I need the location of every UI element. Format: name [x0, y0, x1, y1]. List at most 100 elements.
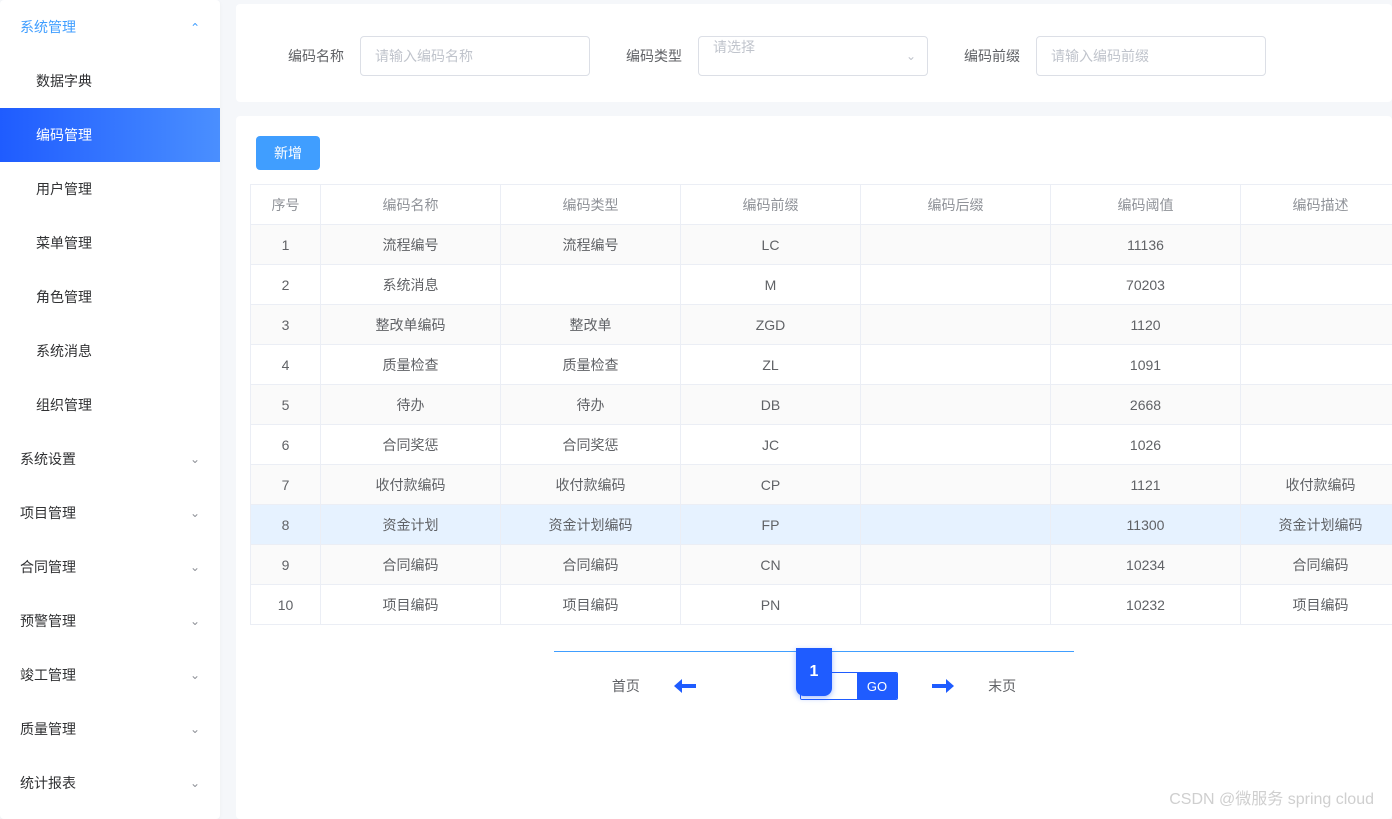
table-row[interactable]: 2系统消息M70203 [251, 265, 1392, 305]
sidebar-item[interactable]: 菜单管理 [0, 216, 220, 270]
cell-type: 合同奖惩 [501, 425, 681, 465]
label-code-name: 编码名称 [280, 46, 344, 66]
th-threshold: 编码阈值 [1051, 185, 1241, 225]
th-type: 编码类型 [501, 185, 681, 225]
cell-threshold: 1121 [1051, 465, 1241, 505]
cell-prefix: DB [681, 385, 861, 425]
cell-seq: 4 [251, 345, 321, 385]
add-button[interactable]: 新增 [256, 136, 320, 170]
cell-prefix: CP [681, 465, 861, 505]
pagination: 1 首页 GO 末页 [554, 651, 1074, 700]
sidebar-item[interactable]: 编码管理 [0, 108, 220, 162]
menu-group-header[interactable]: 质量管理⌄ [0, 702, 220, 756]
cell-name: 整改单编码 [321, 305, 501, 345]
sidebar: 系统管理⌄数据字典编码管理用户管理菜单管理角色管理系统消息组织管理系统设置⌄项目… [0, 0, 220, 819]
chevron-down-icon: ⌄ [190, 506, 200, 520]
cell-type: 资金计划编码 [501, 505, 681, 545]
code-table: 序号 编码名称 编码类型 编码前缀 编码后缀 编码阈值 编码描述 1流程编号流程… [250, 184, 1392, 625]
cell-desc: 合同编码 [1241, 545, 1392, 585]
menu-group-header[interactable]: 项目管理⌄ [0, 486, 220, 540]
code-type-select[interactable]: 请选择 [698, 36, 928, 76]
cell-prefix: FP [681, 505, 861, 545]
menu-group-header[interactable]: 预警管理⌄ [0, 594, 220, 648]
menu-group-header[interactable]: 合同管理⌄ [0, 540, 220, 594]
go-button[interactable]: GO [857, 673, 897, 699]
th-suffix: 编码后缀 [861, 185, 1051, 225]
cell-desc [1241, 225, 1392, 265]
cell-seq: 6 [251, 425, 321, 465]
menu-group-label: 系统设置 [20, 449, 76, 469]
menu-group-header[interactable]: 系统设置⌄ [0, 432, 220, 486]
current-page-badge: 1 [796, 648, 832, 696]
arrow-left-icon [674, 678, 696, 694]
table-row[interactable]: 7收付款编码收付款编码CP1121收付款编码 [251, 465, 1392, 505]
field-code-name: 编码名称 [280, 36, 590, 76]
cell-seq: 1 [251, 225, 321, 265]
cell-suffix [861, 225, 1051, 265]
prev-page-button[interactable] [674, 678, 696, 694]
cell-type: 项目编码 [501, 585, 681, 625]
cell-prefix: JC [681, 425, 861, 465]
content-panel: 新增 序号 编码名称 编码类型 编码前缀 编码后缀 编码阈值 编码描述 1流程编… [236, 116, 1392, 819]
table-row[interactable]: 4质量检查质量检查ZL1091 [251, 345, 1392, 385]
cell-name: 收付款编码 [321, 465, 501, 505]
sidebar-item[interactable]: 角色管理 [0, 270, 220, 324]
first-page-button[interactable]: 首页 [612, 676, 640, 696]
cell-type [501, 265, 681, 305]
cell-seq: 5 [251, 385, 321, 425]
table-row[interactable]: 1流程编号流程编号LC11136 [251, 225, 1392, 265]
cell-prefix: PN [681, 585, 861, 625]
cell-desc [1241, 345, 1392, 385]
cell-desc [1241, 385, 1392, 425]
chevron-down-icon: ⌄ [190, 614, 200, 628]
cell-desc [1241, 425, 1392, 465]
cell-threshold: 70203 [1051, 265, 1241, 305]
cell-prefix: CN [681, 545, 861, 585]
menu-group-label: 合同管理 [20, 557, 76, 577]
sidebar-item[interactable]: 系统消息 [0, 324, 220, 378]
cell-suffix [861, 465, 1051, 505]
cell-suffix [861, 505, 1051, 545]
cell-prefix: ZGD [681, 305, 861, 345]
cell-desc: 资金计划编码 [1241, 505, 1392, 545]
table-row[interactable]: 9合同编码合同编码CN10234合同编码 [251, 545, 1392, 585]
menu-group-header[interactable]: 系统管理⌄ [0, 0, 220, 54]
cell-prefix: M [681, 265, 861, 305]
menu-group-header[interactable]: 统计报表⌄ [0, 756, 220, 810]
cell-seq: 9 [251, 545, 321, 585]
cell-name: 资金计划 [321, 505, 501, 545]
next-page-button[interactable] [932, 678, 954, 694]
cell-suffix [861, 385, 1051, 425]
label-code-prefix: 编码前缀 [956, 46, 1020, 66]
cell-type: 合同编码 [501, 545, 681, 585]
last-page-button[interactable]: 末页 [988, 676, 1016, 696]
cell-suffix [861, 345, 1051, 385]
field-code-type: 编码类型 请选择 ⌄ [618, 36, 928, 76]
table-row[interactable]: 3整改单编码整改单ZGD1120 [251, 305, 1392, 345]
menu-group-header[interactable]: 竣工管理⌄ [0, 648, 220, 702]
cell-type: 收付款编码 [501, 465, 681, 505]
code-prefix-input[interactable] [1036, 36, 1266, 76]
code-name-input[interactable] [360, 36, 590, 76]
sidebar-item[interactable]: 用户管理 [0, 162, 220, 216]
table-row[interactable]: 6合同奖惩合同奖惩JC1026 [251, 425, 1392, 465]
cell-suffix [861, 425, 1051, 465]
arrow-right-icon [932, 678, 954, 694]
cell-desc: 项目编码 [1241, 585, 1392, 625]
cell-suffix [861, 265, 1051, 305]
menu-group-label: 质量管理 [20, 719, 76, 739]
table-row[interactable]: 5待办待办DB2668 [251, 385, 1392, 425]
cell-type: 整改单 [501, 305, 681, 345]
th-desc: 编码描述 [1241, 185, 1392, 225]
table-row[interactable]: 10项目编码项目编码PN10232项目编码 [251, 585, 1392, 625]
cell-seq: 8 [251, 505, 321, 545]
sidebar-item[interactable]: 组织管理 [0, 378, 220, 432]
search-bar: 编码名称 编码类型 请选择 ⌄ 编码前缀 [236, 4, 1392, 102]
cell-type: 流程编号 [501, 225, 681, 265]
menu-group-label: 统计报表 [20, 773, 76, 793]
cell-name: 流程编号 [321, 225, 501, 265]
cell-seq: 10 [251, 585, 321, 625]
table-row[interactable]: 8资金计划资金计划编码FP11300资金计划编码 [251, 505, 1392, 545]
sidebar-item[interactable]: 数据字典 [0, 54, 220, 108]
table-header-row: 序号 编码名称 编码类型 编码前缀 编码后缀 编码阈值 编码描述 [251, 185, 1392, 225]
